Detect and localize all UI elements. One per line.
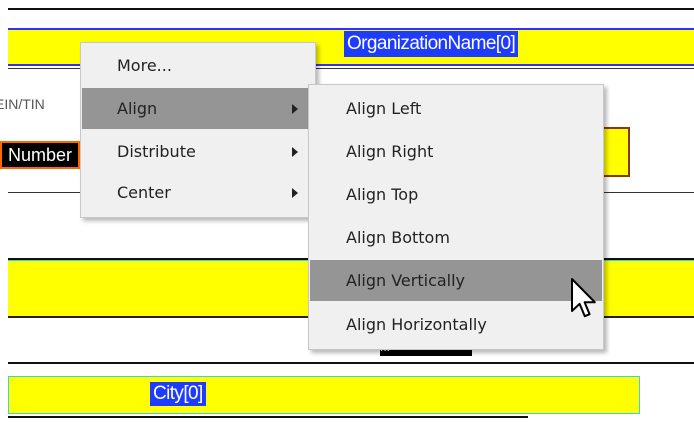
menu-item-center[interactable]: Center bbox=[82, 172, 314, 213]
submenu-arrow-icon bbox=[292, 104, 298, 114]
line-before-city bbox=[8, 362, 694, 364]
context-menu: More... Align Distribute Center bbox=[80, 42, 316, 218]
number-field-right[interactable] bbox=[600, 127, 630, 177]
menu-item-label: Distribute bbox=[117, 142, 196, 161]
menu-item-distribute[interactable]: Distribute bbox=[82, 131, 314, 172]
city-label[interactable]: City[0] bbox=[150, 382, 206, 406]
submenu-item-align-right[interactable]: Align Right bbox=[310, 131, 602, 172]
submenu-item-align-horizontally[interactable]: Align Horizontally bbox=[310, 304, 602, 345]
align-submenu: Align Left Align Right Align Top Align B… bbox=[308, 84, 604, 350]
menu-item-label: More... bbox=[117, 56, 172, 75]
submenu-item-label: Align Right bbox=[346, 142, 434, 161]
organization-name-label[interactable]: OrganizationName[0] bbox=[344, 31, 519, 57]
submenu-item-align-left[interactable]: Align Left bbox=[310, 88, 602, 129]
menu-item-label: Align bbox=[117, 99, 158, 118]
number-field[interactable]: Number bbox=[0, 141, 80, 169]
submenu-item-label: Align Top bbox=[346, 185, 419, 204]
submenu-item-align-vertically[interactable]: Align Vertically bbox=[310, 260, 602, 301]
menu-item-more[interactable]: More... bbox=[82, 45, 314, 86]
arrow-pointer-icon bbox=[571, 278, 596, 318]
submenu-arrow-icon bbox=[292, 188, 298, 198]
submenu-item-align-bottom[interactable]: Align Bottom bbox=[310, 217, 602, 258]
submenu-item-align-top[interactable]: Align Top bbox=[310, 174, 602, 215]
submenu-arrow-icon bbox=[292, 147, 298, 157]
top-border-line bbox=[8, 8, 694, 10]
menu-item-label: Center bbox=[117, 183, 171, 202]
menu-item-align[interactable]: Align bbox=[82, 88, 314, 129]
submenu-item-label: Align Horizontally bbox=[346, 315, 487, 334]
bottom-line bbox=[8, 416, 528, 418]
submenu-item-label: Align Bottom bbox=[346, 228, 450, 247]
ein-tin-label: EIN/TIN bbox=[0, 96, 45, 112]
submenu-item-label: Align Left bbox=[346, 99, 422, 118]
city-field[interactable] bbox=[8, 376, 640, 414]
submenu-item-label: Align Vertically bbox=[346, 271, 466, 290]
